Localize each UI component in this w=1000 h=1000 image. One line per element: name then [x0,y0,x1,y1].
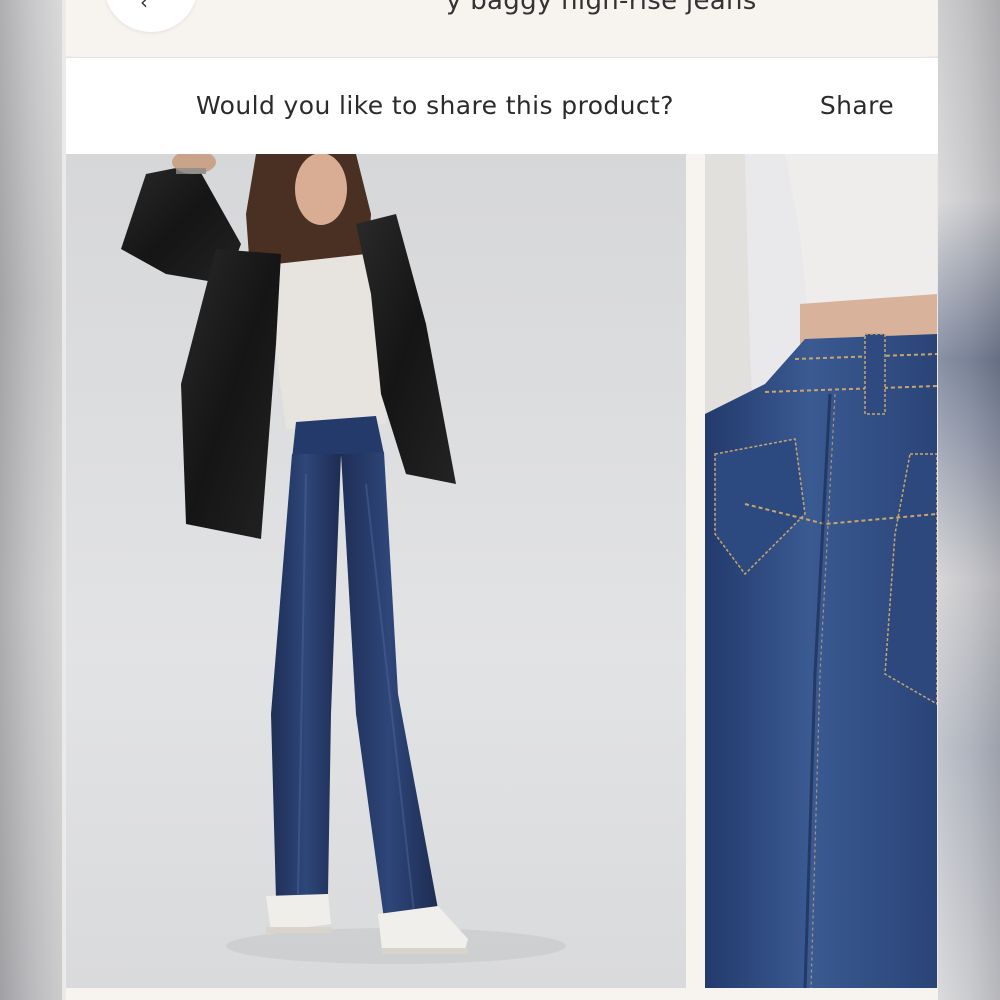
back-button[interactable]: ‹ [104,0,198,32]
right-background-blur [938,0,1000,1000]
model-full-length-photo [66,154,686,988]
gallery-bottom-edge [66,988,938,1000]
share-button[interactable]: Share [820,91,894,120]
jeans-back-pocket-detail-photo [705,154,937,988]
product-header-partial: ‹ y baggy high-rise jeans [66,0,938,56]
product-title-partial: y baggy high-rise jeans [446,0,757,16]
product-page-screen: ‹ y baggy high-rise jeans Would you like… [0,0,1000,1000]
chevron-left-icon: ‹ [140,0,148,14]
gallery-gap [686,154,705,988]
share-prompt-text: Would you like to share this product? [196,91,674,120]
product-image-detail[interactable] [705,154,937,988]
share-bar: Would you like to share this product? Sh… [66,57,938,154]
product-image-main[interactable] [66,154,686,988]
left-background-blur [0,0,62,1000]
